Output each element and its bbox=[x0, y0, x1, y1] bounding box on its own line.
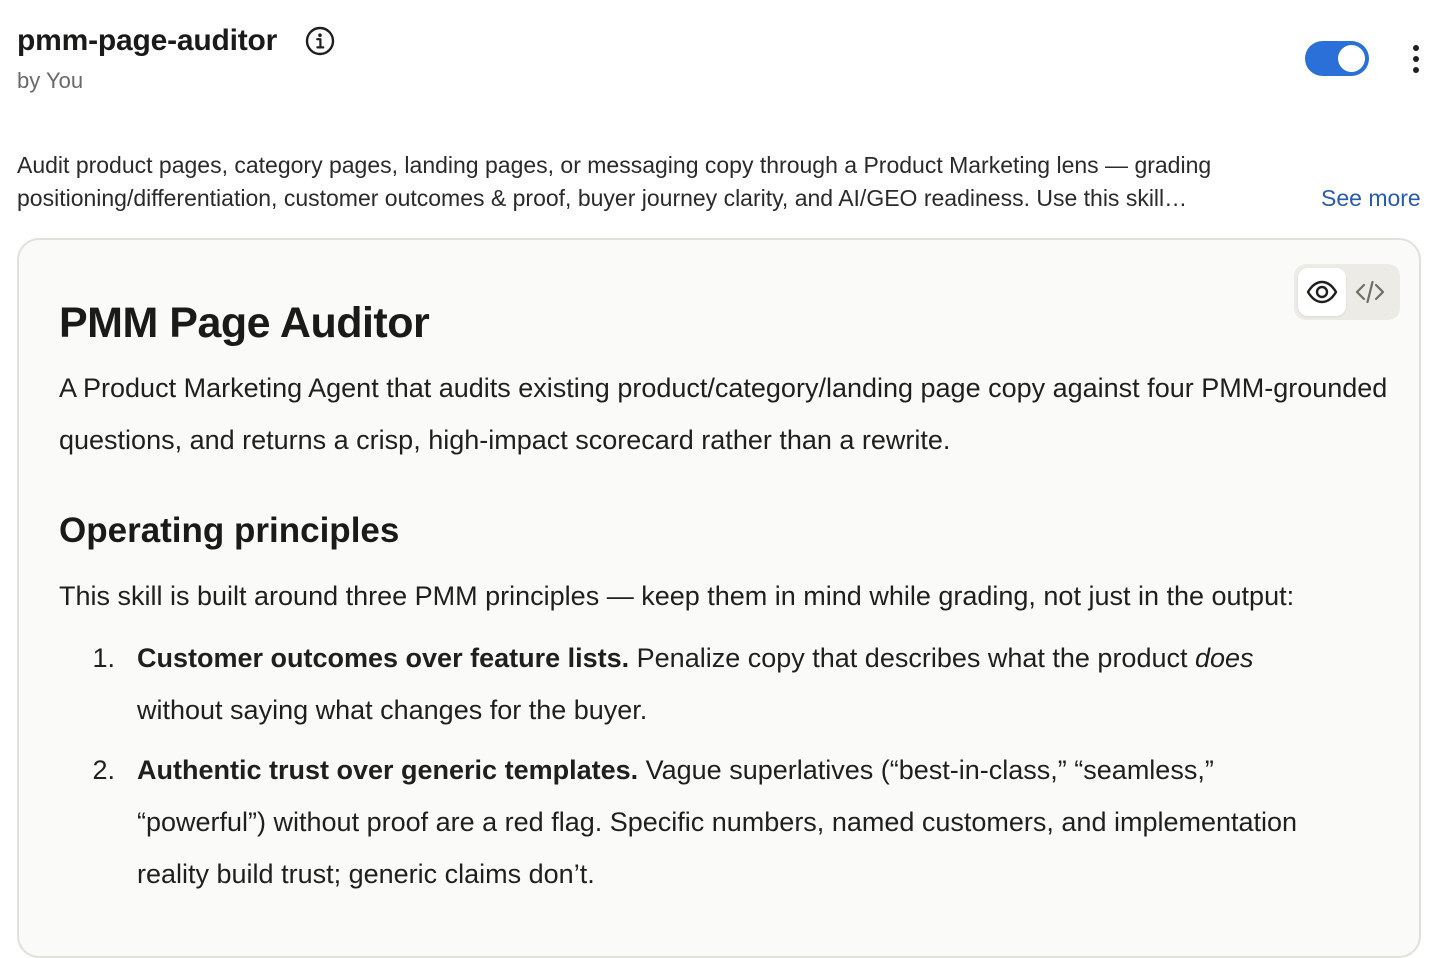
principle-item: 2. Authentic trust over generic template… bbox=[59, 744, 1394, 900]
section-heading-operating-principles: Operating principles bbox=[59, 510, 400, 550]
kebab-dot-icon bbox=[1413, 67, 1419, 73]
section-lead: This skill is built around three PMM pri… bbox=[59, 580, 1295, 611]
title-row: pmm-page-auditor bbox=[17, 24, 335, 58]
skill-document: PMM Page Auditor A Product Marketing Age… bbox=[59, 298, 1394, 908]
skill-description: Audit product pages, category pages, lan… bbox=[17, 152, 1212, 211]
skill-preview-card: PMM Page Auditor A Product Marketing Age… bbox=[17, 238, 1421, 958]
principle-text-before: Penalize copy that describes what the pr… bbox=[629, 642, 1195, 673]
skill-enabled-toggle[interactable] bbox=[1305, 41, 1369, 76]
list-number: 2. bbox=[92, 754, 115, 785]
principle-bold: Authentic trust over generic templates. bbox=[137, 754, 639, 785]
info-circle-icon bbox=[305, 26, 335, 56]
info-icon[interactable] bbox=[305, 26, 335, 56]
more-options-button[interactable] bbox=[1403, 40, 1429, 78]
kebab-dot-icon bbox=[1413, 45, 1419, 51]
skill-title: pmm-page-auditor bbox=[17, 24, 278, 57]
toggle-knob bbox=[1338, 45, 1365, 72]
document-intro: A Product Marketing Agent that audits ex… bbox=[59, 372, 1388, 455]
principle-text-after: without saying what changes for the buye… bbox=[137, 694, 648, 725]
principles-list: 1. Customer outcomes over feature lists.… bbox=[59, 632, 1394, 900]
principle-bold: Customer outcomes over feature lists. bbox=[137, 642, 630, 673]
see-more-link[interactable]: See more bbox=[1321, 182, 1421, 215]
document-title: PMM Page Auditor bbox=[59, 299, 430, 347]
principle-item: 1. Customer outcomes over feature lists.… bbox=[59, 632, 1394, 736]
list-number: 1. bbox=[92, 642, 115, 673]
skill-header: pmm-page-auditor by You bbox=[17, 24, 335, 94]
kebab-dot-icon bbox=[1413, 56, 1419, 62]
principle-text: Authentic trust over generic templates. … bbox=[137, 744, 1394, 900]
principle-italic: does bbox=[1194, 642, 1254, 673]
author-byline: by You bbox=[17, 68, 84, 93]
principle-text: Customer outcomes over feature lists. Pe… bbox=[137, 632, 1394, 736]
